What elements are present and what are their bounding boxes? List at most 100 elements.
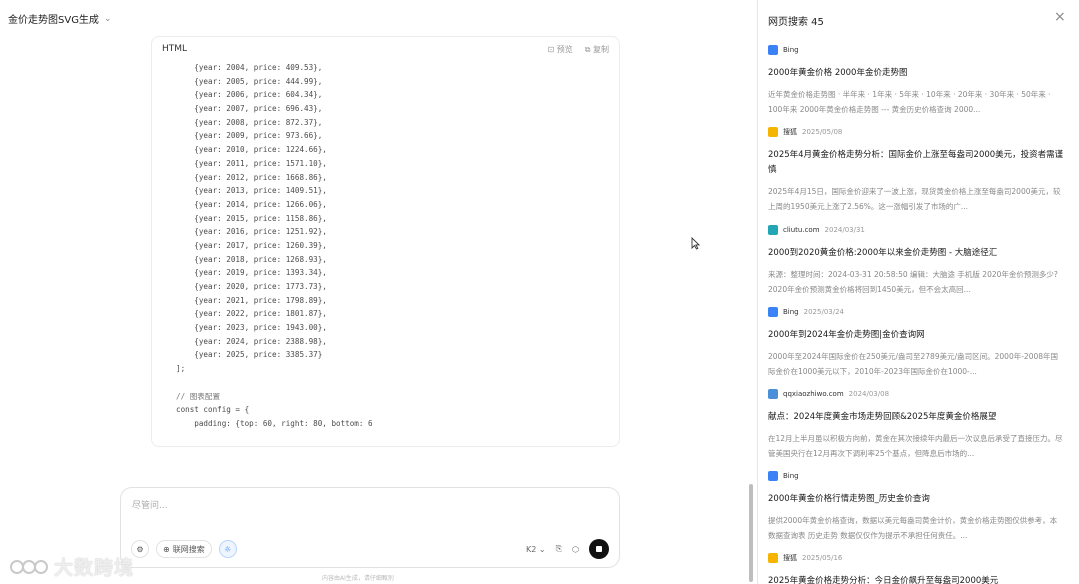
result-meta: 搜狐 2025/05/08: [768, 126, 1064, 138]
source-favicon-icon: [768, 307, 778, 317]
result-meta: qqxiaozhiwo.com 2024/03/08: [768, 388, 1064, 400]
search-result-item[interactable]: Bing 2000年黄金价格行情走势图_历史金价查询提供2000年黄金价格查询，数…: [768, 470, 1064, 543]
chevron-down-icon: ⌄: [538, 544, 546, 554]
stop-icon: [596, 546, 602, 552]
model-selector[interactable]: K2 ⌄: [526, 545, 546, 554]
preview-icon: ⊡: [547, 44, 555, 54]
copy-button[interactable]: ⧉ 复制: [585, 44, 609, 55]
scrollbar-thumb[interactable]: [749, 484, 753, 582]
code-line: {year: 2004, price: 409.53},: [176, 63, 323, 72]
preview-button[interactable]: ⊡ 预览: [547, 44, 572, 55]
result-meta: Bing: [768, 470, 1064, 482]
close-icon[interactable]: ×: [1054, 9, 1066, 25]
thinking-toggle[interactable]: ☼: [218, 540, 237, 558]
code-line: {year: 2012, price: 1668.86},: [176, 172, 327, 182]
app-window: 金价走势图SVG生成 ⌄ HTML ⊡ 预览 ⧉ 复制 {year: 2004,…: [0, 0, 1079, 584]
source-favicon-icon: [768, 553, 778, 563]
code-line: {year: 2013, price: 1409.51},: [176, 186, 327, 196]
result-snippet: 2000年至2024年国际金价在250美元/盎司至2789美元/盎司区间。200…: [768, 352, 1059, 376]
chevron-down-icon[interactable]: ⌄: [104, 14, 112, 24]
result-date: 2025/05/16: [802, 554, 843, 562]
mouse-cursor-icon: [691, 237, 700, 250]
code-line: {year: 2011, price: 1571.10},: [176, 158, 327, 168]
code-content: {year: 2004, price: 409.53}, {year: 2005…: [152, 61, 619, 446]
result-meta: 搜狐 2025/05/16: [768, 552, 1064, 564]
code-line: // 图表配置: [176, 391, 221, 401]
code-line: {year: 2009, price: 973.66},: [176, 131, 323, 141]
result-title[interactable]: 2025年4月黄金价格走势分析：国际金价上涨至每盎司2000美元，投资者需谨慎: [768, 148, 1064, 178]
result-snippet: 2025年4月15日，国际金价迎来了一波上涨，现货黄金价格上涨至每盎司2000美…: [768, 187, 1061, 211]
source-favicon-icon: [768, 471, 778, 481]
result-source: Bing: [783, 308, 799, 316]
chat-input-box[interactable]: 尽管问... ⚙ ⊕ 联网搜索 ☼ K2 ⌄ ⎘ ⬡: [120, 487, 620, 568]
result-title[interactable]: 献点：2024年度黄金市场走势回顾&2025年度黄金价格展望: [768, 410, 1064, 425]
search-result-item[interactable]: qqxiaozhiwo.com 2024/03/08 献点：2024年度黄金市场走势…: [768, 388, 1064, 461]
code-block: HTML ⊡ 预览 ⧉ 复制 {year: 2004, price: 409.5…: [151, 36, 620, 447]
result-title[interactable]: 2025年黄金价格走势分析：今日金价飙升至每盎司2000美元: [768, 574, 1064, 584]
code-line: {year: 2010, price: 1224.66},: [176, 145, 327, 155]
chat-area: 金价走势图SVG生成 ⌄ HTML ⊡ 预览 ⧉ 复制 {year: 2004,…: [0, 0, 757, 584]
source-favicon-icon: [768, 225, 778, 235]
source-favicon-icon: [768, 45, 778, 55]
result-title[interactable]: 2000年黄金价格 2000年金价走势图: [768, 66, 1064, 81]
stop-button[interactable]: [589, 539, 609, 559]
search-result-item[interactable]: Bing 2025/03/24 2000年到2024年金价走势图|金价查询网 2000…: [768, 306, 1064, 379]
web-search-toggle[interactable]: ⊕ 联网搜索: [156, 540, 212, 558]
result-snippet: 近年黄金价格走势图 · 半年来 · 1年来 · 5年来 · 10年来 · 20年…: [768, 90, 1051, 114]
search-result-item[interactable]: 搜狐 2025/05/16 2025年黄金价格走势分析：今日金价飙升至每盎司2000…: [768, 552, 1064, 584]
cube-icon[interactable]: ⬡: [572, 545, 579, 554]
code-block-header: HTML ⊡ 预览 ⧉ 复制: [152, 37, 619, 61]
watermark: 大数跨境: [10, 553, 134, 580]
globe-icon: ⊕: [163, 544, 170, 554]
search-result-item[interactable]: 搜狐 2025/05/08 2025年4月黄金价格走势分析：国际金价上涨至每盎司20…: [768, 126, 1064, 214]
code-line: const config = {: [176, 405, 250, 415]
code-line: {year: 2017, price: 1260.39},: [176, 240, 327, 250]
bulb-icon: ☼: [224, 544, 232, 554]
code-line: {year: 2022, price: 1801.87},: [176, 309, 327, 319]
result-meta: cliutu.com 2024/03/31: [768, 224, 1064, 236]
code-line: {year: 2018, price: 1268.93},: [176, 254, 327, 264]
result-meta: Bing: [768, 44, 1064, 56]
copy-icon: ⧉: [584, 44, 591, 54]
watermark-text: 大数跨境: [54, 557, 135, 579]
result-meta: Bing 2025/03/24: [768, 306, 1064, 318]
result-source: 搜狐: [783, 554, 797, 562]
code-line: {year: 2020, price: 1773.73},: [176, 282, 327, 291]
code-line: {year: 2025, price: 3385.37}: [176, 350, 323, 360]
result-source: cliutu.com: [783, 226, 820, 234]
code-line: {year: 2023, price: 1943.00},: [176, 323, 327, 333]
code-line: {year: 2005, price: 444.99},: [176, 76, 323, 86]
chat-input-placeholder[interactable]: 尽管问...: [132, 498, 168, 511]
result-title[interactable]: 2000到2020黄金价格:2000年以来金价走势图 - 大脑途径汇: [768, 246, 1064, 261]
watermark-logo: [10, 559, 48, 574]
code-line: padding: {top: 60, right: 80, bottom: 6: [176, 418, 373, 428]
code-line: {year: 2019, price: 1393.34},: [176, 268, 327, 278]
conversation-title[interactable]: 金价走势图SVG生成 ⌄: [8, 11, 112, 27]
conversation-title-text: 金价走势图SVG生成: [8, 15, 99, 26]
code-line: {year: 2016, price: 1251.92},: [176, 227, 327, 237]
result-date: 2025/03/24: [803, 308, 844, 316]
settings-icon: ⚙: [136, 544, 144, 554]
result-snippet: 在12月上半月虽以积极方向前，黄金在其次接续年内最后一次议息后承受了直接压力。尽…: [768, 434, 1063, 458]
code-line: {year: 2014, price: 1266.06},: [176, 199, 327, 209]
clip-icon[interactable]: ⎘: [556, 544, 562, 554]
result-title[interactable]: 2000年黄金价格行情走势图_历史金价查询: [768, 492, 1064, 507]
search-results-panel: 网页搜索 45 × Bing 2000年黄金价格 2000年金价走势图 近年黄金价格…: [758, 0, 1079, 584]
code-line: {year: 2007, price: 696.43},: [176, 104, 323, 114]
search-result-item[interactable]: Bing 2000年黄金价格 2000年金价走势图近年黄金价格走势图 · 半年来 …: [768, 44, 1064, 117]
code-line: {year: 2008, price: 872.37},: [176, 117, 323, 127]
result-title[interactable]: 2000年到2024年金价走势图|金价查询网: [768, 328, 1064, 343]
search-result-item[interactable]: cliutu.com 2024/03/31 2000到2020黄金价格:2000年以…: [768, 224, 1064, 297]
result-date: 2025/05/08: [802, 128, 843, 136]
code-line: ];: [176, 364, 186, 374]
result-source: Bing: [783, 472, 799, 480]
code-language-label: HTML: [162, 44, 188, 54]
result-source: Bing: [783, 46, 799, 54]
code-line: {year: 2006, price: 604.34},: [176, 90, 323, 100]
result-snippet: 提供2000年黄金价格查询，数据以美元每盎司黄金计价，黄金价格走势图仅供参考，本…: [768, 516, 1058, 540]
result-snippet: 来源：整理时间：2024-03-31 20:58:50 编辑：大脑途 手机版 2…: [768, 270, 1058, 294]
source-favicon-icon: [768, 389, 778, 399]
result-date: 2024/03/08: [848, 390, 890, 398]
ai-disclaimer: 内容由AI生成，请仔细甄别: [322, 575, 394, 582]
